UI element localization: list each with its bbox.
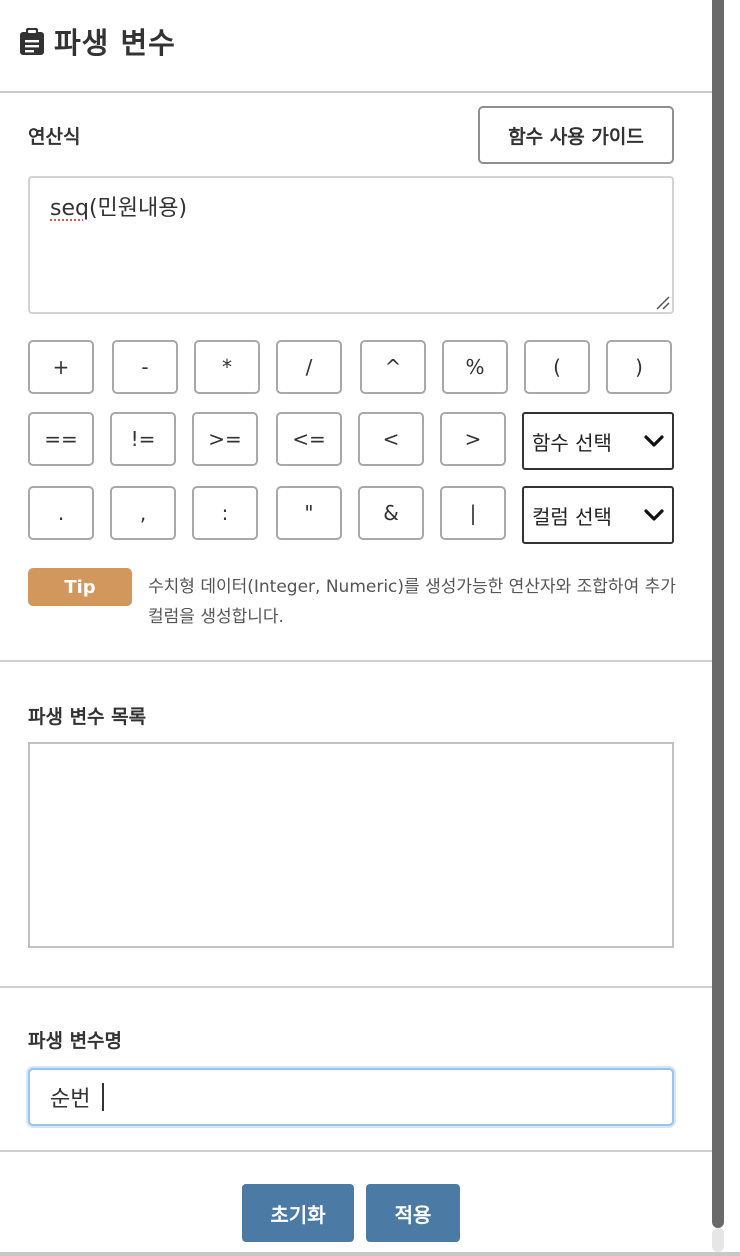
section-divider: [0, 660, 712, 662]
resize-grip-icon[interactable]: [654, 294, 670, 310]
op-pipe-button[interactable]: |: [440, 486, 506, 540]
chevron-down-icon: [644, 435, 664, 447]
op-divide-button[interactable]: /: [276, 340, 342, 394]
chevron-down-icon: [644, 509, 664, 521]
op-gt-button[interactable]: >: [440, 412, 506, 466]
op-colon-button[interactable]: :: [192, 486, 258, 540]
op-quote-button[interactable]: ": [276, 486, 342, 540]
reset-button[interactable]: 초기화: [242, 1184, 354, 1242]
op-plus-button[interactable]: +: [28, 340, 94, 394]
op-not-equal-button[interactable]: !=: [110, 412, 176, 466]
op-comma-button[interactable]: ,: [110, 486, 176, 540]
op-lt-button[interactable]: <: [358, 412, 424, 466]
op-dot-button[interactable]: .: [28, 486, 94, 540]
op-power-button[interactable]: ^: [360, 340, 426, 394]
page-title: 파생 변수: [54, 26, 176, 60]
text-caret: [102, 1083, 104, 1111]
expression-value-function: seq: [50, 196, 89, 221]
op-open-paren-button[interactable]: (: [524, 340, 590, 394]
panel-header: 파생 변수: [0, 0, 712, 93]
function-guide-button[interactable]: 함수 사용 가이드: [478, 106, 674, 164]
expression-value-args: (민원내용): [88, 196, 188, 221]
scrollbar-thumb[interactable]: [712, 0, 724, 1228]
op-modulo-button[interactable]: %: [442, 340, 508, 394]
function-select[interactable]: 함수 선택: [522, 412, 674, 470]
op-close-paren-button[interactable]: ): [606, 340, 672, 394]
op-lte-button[interactable]: <=: [276, 412, 342, 466]
bottom-border: [0, 1252, 740, 1256]
derived-variable-panel: 파생 변수 연산식 함수 사용 가이드 seq(민원내용) + - * / ^ …: [0, 0, 712, 1256]
variable-list-label: 파생 변수 목록: [28, 706, 147, 728]
clipboard-icon: [20, 28, 44, 55]
variable-name-label: 파생 변수명: [28, 1030, 123, 1052]
variable-name-input[interactable]: [28, 1068, 674, 1126]
op-gte-button[interactable]: >=: [192, 412, 258, 466]
tip-text: 수치형 데이터(Integer, Numeric)를 생성가능한 연산자와 조합…: [148, 577, 676, 627]
scrollbar-end: [712, 1228, 724, 1252]
expression-value: seq(민원내용): [50, 190, 187, 222]
op-equal-button[interactable]: ==: [28, 412, 94, 466]
variable-list-box[interactable]: [28, 742, 674, 948]
op-minus-button[interactable]: -: [112, 340, 178, 394]
section-divider: [0, 1150, 712, 1152]
section-divider: [0, 986, 712, 988]
apply-button[interactable]: 적용: [366, 1184, 460, 1242]
op-multiply-button[interactable]: *: [194, 340, 260, 394]
op-ampersand-button[interactable]: &: [358, 486, 424, 540]
expression-label: 연산식: [28, 126, 81, 148]
column-select-label: 컬럼 선택: [532, 504, 612, 529]
tip-badge: Tip: [28, 568, 132, 606]
column-select[interactable]: 컬럼 선택: [522, 486, 674, 544]
function-select-label: 함수 선택: [532, 430, 612, 455]
